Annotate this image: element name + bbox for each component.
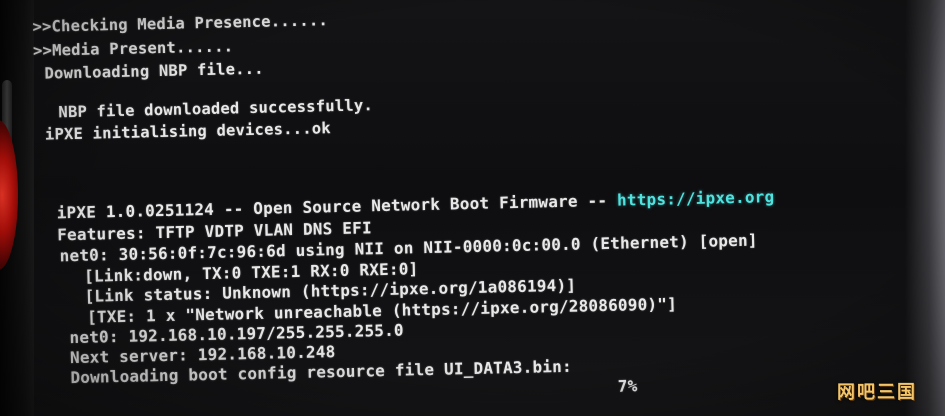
photo-scene: >>Checking Media Presence...... >>Media … (0, 0, 945, 416)
console-line: iPXE initialising devices...ok (44, 119, 332, 144)
console-line: NBP file downloaded successfully. (58, 96, 374, 122)
console-line: >>Checking Media Presence...... (32, 11, 329, 36)
download-progress: 7% (617, 376, 638, 396)
ipxe-url: https://ipxe.org (616, 187, 775, 210)
console-line: Downloading NBP file... (44, 59, 264, 83)
watermark-logo: 网吧三国 (837, 382, 917, 403)
ipxe-banner: iPXE 1.0.0251124 -- Open Source Network … (56, 187, 774, 222)
ipxe-banner-text: iPXE 1.0.0251124 -- Open Source Network … (56, 190, 618, 223)
console-line: >>Media Present...... (32, 37, 234, 60)
boot-console: >>Checking Media Presence...... >>Media … (28, 0, 917, 410)
